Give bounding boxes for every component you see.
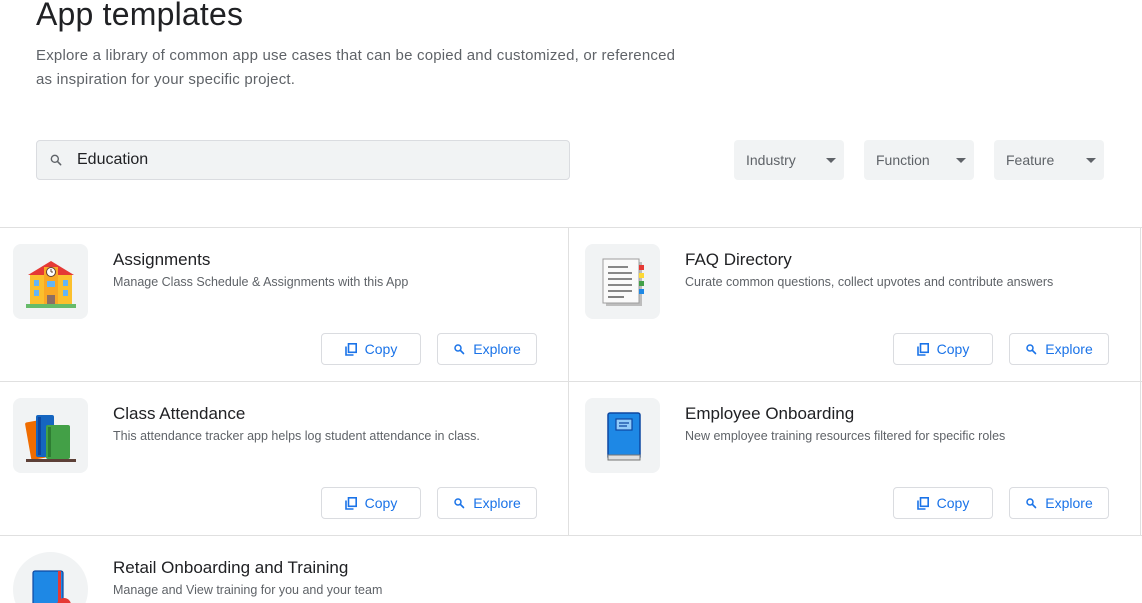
template-name: FAQ Directory	[685, 250, 792, 269]
copy-icon	[344, 342, 357, 356]
explore-button[interactable]: Explore	[437, 333, 537, 365]
template-thumbnail	[13, 244, 88, 319]
copy-icon	[916, 496, 929, 510]
template-description: This attendance tracker app helps log st…	[113, 429, 480, 443]
search-icon	[1026, 498, 1037, 509]
school-building-icon	[26, 261, 76, 308]
template-card: FAQ Directory Curate common questions, c…	[572, 228, 1142, 382]
template-description: Manage and View training for you and you…	[113, 583, 383, 597]
filter-feature-dropdown[interactable]: Feature	[994, 140, 1104, 180]
training-book-icon	[32, 570, 71, 603]
document-list-icon	[602, 258, 644, 306]
search-icon	[454, 344, 465, 355]
copy-icon	[916, 342, 929, 356]
template-card: Employee Onboarding New employee trainin…	[572, 382, 1142, 536]
template-card: Retail Onboarding and Training Manage an…	[0, 536, 571, 603]
search-icon	[454, 498, 465, 509]
search-box[interactable]	[36, 140, 570, 180]
copy-label: Copy	[936, 341, 970, 357]
page-title: App templates	[36, 0, 244, 32]
filter-label: Industry	[746, 152, 796, 168]
filter-label: Feature	[1006, 152, 1055, 168]
app-templates-page: App templates Explore a library of commo…	[0, 0, 1142, 603]
explore-label: Explore	[473, 341, 521, 357]
search-input[interactable]	[77, 141, 557, 179]
copy-label: Copy	[936, 495, 970, 511]
copy-button[interactable]: Copy	[893, 487, 993, 519]
explore-label: Explore	[1045, 341, 1093, 357]
explore-button[interactable]: Explore	[1009, 487, 1109, 519]
filter-function-dropdown[interactable]: Function	[864, 140, 974, 180]
search-icon	[1026, 344, 1037, 355]
template-name: Employee Onboarding	[685, 404, 855, 423]
explore-button[interactable]: Explore	[437, 487, 537, 519]
explore-label: Explore	[473, 495, 521, 511]
books-icon	[25, 415, 76, 462]
template-thumbnail	[585, 398, 660, 473]
template-description: New employee training resources filtered…	[685, 429, 1006, 443]
copy-button[interactable]: Copy	[321, 487, 421, 519]
explore-button[interactable]: Explore	[1009, 333, 1109, 365]
template-description: Curate common questions, collect upvotes…	[685, 275, 1054, 289]
filter-label: Function	[876, 152, 930, 168]
chevron-down-icon	[826, 158, 836, 163]
copy-button[interactable]: Copy	[321, 333, 421, 365]
template-name: Assignments	[113, 250, 211, 269]
copy-button[interactable]: Copy	[893, 333, 993, 365]
template-thumbnail	[13, 552, 88, 603]
chevron-down-icon	[1086, 158, 1096, 163]
template-description: Manage Class Schedule & Assignments with…	[113, 275, 409, 289]
copy-label: Copy	[364, 341, 398, 357]
explore-label: Explore	[1045, 495, 1093, 511]
search-icon	[50, 154, 62, 166]
template-thumbnail	[585, 244, 660, 319]
copy-label: Copy	[364, 495, 398, 511]
template-name: Class Attendance	[113, 404, 246, 423]
template-thumbnail	[13, 398, 88, 473]
template-card: Class Attendance This attendance tracker…	[0, 382, 571, 536]
blue-book-icon	[607, 412, 641, 461]
copy-icon	[344, 496, 357, 510]
page-subtitle: Explore a library of common app use case…	[36, 47, 676, 88]
filter-industry-dropdown[interactable]: Industry	[734, 140, 844, 180]
chevron-down-icon	[956, 158, 966, 163]
template-card: Assignments Manage Class Schedule & Assi…	[0, 228, 571, 382]
template-name: Retail Onboarding and Training	[113, 558, 349, 577]
